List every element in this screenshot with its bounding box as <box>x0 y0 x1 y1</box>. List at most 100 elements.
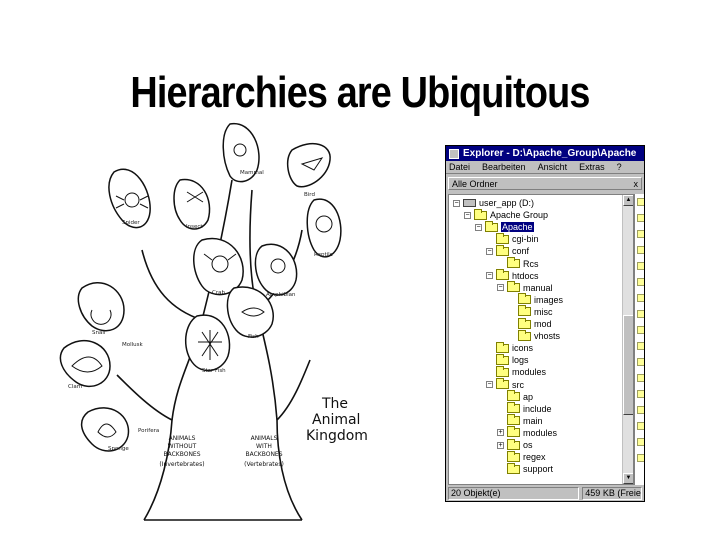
tree-node[interactable]: images <box>508 293 563 306</box>
file-folder-icon[interactable] <box>637 246 644 254</box>
explorer-app-icon <box>449 148 459 159</box>
tree-node[interactable]: logs <box>486 353 529 366</box>
file-folder-icon[interactable] <box>637 198 644 206</box>
tree-node[interactable]: ap <box>497 390 533 403</box>
without-line-2: WITHOUT <box>168 443 197 450</box>
drive-icon <box>463 199 476 207</box>
collapse-icon[interactable]: − <box>497 284 504 292</box>
tree-node-label: Rcs <box>523 258 539 269</box>
tree-node[interactable]: icons <box>486 341 534 354</box>
tree-node[interactable]: main <box>497 414 543 427</box>
label-reptile: Reptile <box>314 252 334 258</box>
collapse-icon[interactable]: − <box>486 381 493 388</box>
folder-icon <box>496 353 509 365</box>
tree-node-label: os <box>523 440 533 450</box>
with-line-4: (Vertebrates) <box>244 461 284 468</box>
scroll-down-icon[interactable]: ▼ <box>623 473 633 484</box>
tree-node[interactable]: include <box>497 402 552 415</box>
file-folder-icon[interactable] <box>637 390 644 398</box>
tree-node-label: modules <box>523 427 558 438</box>
tree-scrollbar[interactable]: ▲ ▼ <box>622 195 633 484</box>
file-folder-icon[interactable] <box>637 422 644 430</box>
file-folder-icon[interactable] <box>637 454 644 462</box>
leaf-reptile <box>306 198 342 258</box>
label-snail: Snail <box>92 330 106 336</box>
folder-icon <box>496 232 509 244</box>
menu-datei[interactable]: Datei <box>449 162 470 172</box>
tree-node-label: logs <box>512 355 529 366</box>
tree-node[interactable]: + modules <box>497 426 558 439</box>
tree-node[interactable]: − src <box>486 378 524 391</box>
menu-help[interactable]: ? <box>617 162 622 172</box>
file-folder-icon[interactable] <box>637 310 644 318</box>
file-folder-icon[interactable] <box>637 342 644 350</box>
explorer-titlebar[interactable]: Explorer - D:\Apache_Group\Apache <box>446 146 644 161</box>
file-folder-icon[interactable] <box>637 294 644 302</box>
tree-node-label: cgi-bin <box>512 234 539 245</box>
file-folder-icon[interactable] <box>637 406 644 414</box>
menu-extras[interactable]: Extras <box>579 162 605 172</box>
file-folder-icon[interactable] <box>637 326 644 334</box>
collapse-icon[interactable]: − <box>486 272 493 280</box>
without-line-4: (Invertebrates) <box>159 461 204 468</box>
file-folder-icon[interactable] <box>637 278 644 286</box>
folder-tree: ▲ ▼ − user_app (D:) − Apache Group − Apache cg… <box>448 194 634 485</box>
tree-node-label: mod <box>534 319 552 329</box>
file-folder-icon[interactable] <box>637 358 644 366</box>
tree-node[interactable]: + os <box>497 438 533 451</box>
tree-node[interactable]: − Apache Group <box>464 208 549 221</box>
status-object-count: 20 Objekt(e) <box>448 486 580 500</box>
tree-node[interactable]: − conf <box>486 244 530 257</box>
explorer-window: Explorer - D:\Apache_Group\Apache Datei … <box>445 145 645 502</box>
folder-icon <box>474 208 487 220</box>
file-list-pane <box>634 194 644 485</box>
explorer-menubar: Datei Bearbeiten Ansicht Extras ? <box>446 161 644 174</box>
tree-node[interactable]: mod <box>508 317 552 330</box>
explorer-title: Explorer - D:\Apache_Group\Apache <box>463 148 637 159</box>
with-line-3: BACKBONES <box>245 451 282 458</box>
tree-title-line-2: Animal <box>312 412 360 428</box>
menu-ansicht[interactable]: Ansicht <box>538 162 568 172</box>
tree-node-label: conf <box>512 246 530 257</box>
expand-icon[interactable]: + <box>497 429 504 437</box>
file-folder-icon[interactable] <box>637 374 644 382</box>
folder-icon <box>507 450 520 462</box>
file-folder-icon[interactable] <box>637 214 644 222</box>
menu-bearbeiten[interactable]: Bearbeiten <box>482 162 526 172</box>
tree-node-label: vhosts <box>534 331 561 342</box>
leaf-snail <box>77 282 125 332</box>
tree-node[interactable]: cgi-bin <box>486 232 539 245</box>
tree-node[interactable]: Rcs <box>497 257 539 270</box>
scroll-up-icon[interactable]: ▲ <box>623 195 633 206</box>
tree-node[interactable]: − manual <box>497 281 553 294</box>
file-folder-icon[interactable] <box>637 438 644 446</box>
close-pane-icon[interactable]: x <box>634 179 639 189</box>
label-mollusk: Mollusk <box>122 342 144 348</box>
folder-icon <box>496 341 509 353</box>
folder-icon <box>507 257 520 268</box>
animal-kingdom-tree-image: Mammal Bird Spider Insect Reptile Crab A… <box>52 120 382 522</box>
file-folder-icon[interactable] <box>637 262 644 270</box>
collapse-icon[interactable]: − <box>486 247 493 255</box>
tree-node-label: icons <box>512 343 534 354</box>
tree-node[interactable]: regex <box>497 450 546 463</box>
folder-icon <box>496 365 509 377</box>
tree-node[interactable]: vhosts <box>508 329 561 342</box>
tree-node[interactable]: − htdocs <box>486 269 539 282</box>
tree-node[interactable]: − Apache <box>475 220 534 233</box>
scroll-thumb[interactable] <box>623 315 633 415</box>
label-spider: Spider <box>122 220 140 226</box>
folder-icon <box>518 329 531 341</box>
tree-node[interactable]: − user_app (D:) <box>453 197 534 209</box>
tree-node-label: Apache Group <box>490 210 549 221</box>
tree-node[interactable]: modules <box>486 365 546 378</box>
collapse-icon[interactable]: − <box>453 199 460 207</box>
file-folder-icon[interactable] <box>637 230 644 238</box>
expand-icon[interactable]: + <box>497 441 504 449</box>
folder-icon <box>496 244 509 256</box>
tree-node[interactable]: misc <box>508 305 553 318</box>
collapse-icon[interactable]: − <box>464 211 471 219</box>
collapse-icon[interactable]: − <box>475 223 482 231</box>
tree-node-label: Apache <box>501 222 534 233</box>
tree-node[interactable]: support <box>497 462 553 475</box>
